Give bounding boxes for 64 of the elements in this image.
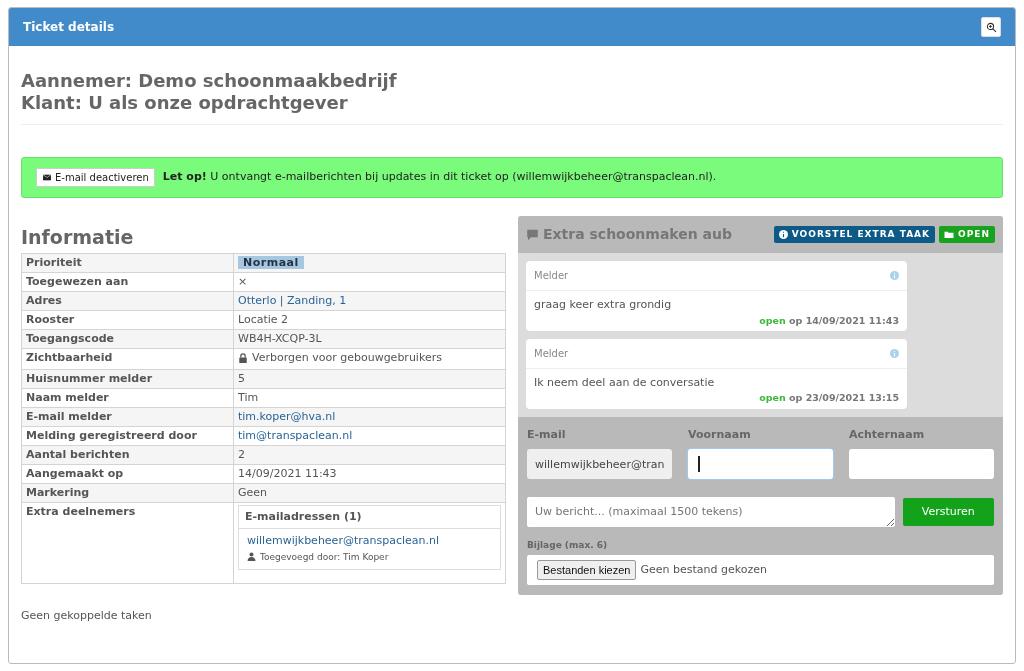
zoom-icon: [985, 21, 997, 33]
contractor-heading: Aannemer: Demo schoonmaakbedrijf: [21, 70, 398, 92]
row-label: Aantal berichten: [21, 445, 234, 465]
user-icon: [247, 552, 256, 562]
row-label: Adres: [21, 291, 234, 311]
row-label: Zichtbaarheid: [21, 348, 234, 370]
info-icon: [890, 348, 899, 358]
input-field[interactable]: [849, 449, 994, 479]
choose-files-button[interactable]: Bestanden kiezen: [537, 559, 637, 580]
message-author: Melder: [534, 269, 569, 283]
deactivate-email-button[interactable]: E-mail deactiveren: [36, 168, 155, 187]
panel-title: E-mailadressen (1): [239, 505, 500, 529]
row-label: Rooster: [21, 310, 234, 330]
row-value: Verborgen voor gebouwgebruikers: [252, 349, 442, 366]
zoom-button[interactable]: [981, 17, 1001, 37]
info-icon: [778, 230, 788, 239]
row-label: Naam melder: [21, 388, 234, 408]
message-meta: open op 14/09/2021 11:43: [759, 314, 899, 326]
row-value: 5: [238, 371, 245, 385]
row-value: Locatie 2: [238, 312, 289, 326]
field-label: Voornaam: [688, 426, 752, 443]
status-tag: VOORSTEL EXTRA TAAK: [773, 225, 936, 244]
section-title: Informatie: [21, 226, 135, 249]
row-value: 14/09/2021 11:43: [238, 466, 337, 480]
row-label: Markering: [21, 483, 234, 503]
row-label: Huisnummer melder: [21, 369, 234, 389]
field-label: Achternaam: [849, 426, 926, 443]
window-title: Ticket details: [23, 19, 115, 36]
row-label: Melding geregistreerd door: [21, 426, 234, 446]
participant-email[interactable]: willemwijkbeheer@transpaclean.nl: [247, 532, 492, 549]
row-label: E-mail melder: [21, 407, 234, 427]
added-by-text: Toegevoegd door: Tim Koper: [260, 550, 389, 564]
input-field[interactable]: willemwijkbeheer@tran: [527, 449, 672, 479]
alert-message: Let op! U ontvangt e-mailberichten bij updates in dit ticket op (willemwijkbeheer@transpaclean.nl).: [162, 169, 717, 186]
linked-tasks-text: Geen gekoppelde taken: [21, 607, 153, 624]
file-input[interactable]: Bestanden kiezen Geen bestand gekozen: [527, 554, 994, 585]
row-label: Extra deelnemers: [21, 502, 234, 584]
lock-icon: [238, 352, 248, 363]
row-value: WB4H-XCQP-3L: [238, 331, 322, 345]
row-value: ×: [238, 274, 248, 288]
row-label: Toegangscode: [21, 329, 234, 349]
client-heading: Klant: U als onze opdrachtgever: [21, 92, 349, 114]
conversation-title: Extra schoonmaken aub: [543, 225, 733, 244]
row-value: 2: [238, 447, 245, 461]
row-label: Toegewezen aan: [21, 272, 234, 292]
priority-badge: Normaal: [238, 255, 304, 269]
envelope-icon: [42, 173, 52, 182]
row-label: Aangemaakt op: [21, 464, 234, 484]
folder-icon: [944, 230, 955, 239]
attachment-label: Bijlage (max. 6): [527, 539, 609, 552]
message-text: Ik neem deel aan de conversatie: [533, 374, 716, 391]
status-tag: OPEN: [939, 225, 995, 244]
row-label: Prioriteit: [21, 253, 234, 273]
row-value: Geen: [238, 485, 268, 499]
field-label: E-mail: [527, 426, 567, 443]
message-author: Melder: [534, 346, 569, 361]
info-icon: [890, 271, 899, 280]
file-status: Geen bestand gekozen: [640, 561, 767, 578]
speech-bubble-icon: [526, 228, 539, 241]
message-text: graag keer extra grondig: [533, 297, 673, 313]
row-value: Tim: [238, 390, 259, 404]
input-field[interactable]: [688, 449, 833, 479]
message-meta: open op 23/09/2021 13:15: [759, 392, 899, 404]
message-field[interactable]: Uw bericht... (maximaal 1500 tekens): [527, 497, 895, 527]
